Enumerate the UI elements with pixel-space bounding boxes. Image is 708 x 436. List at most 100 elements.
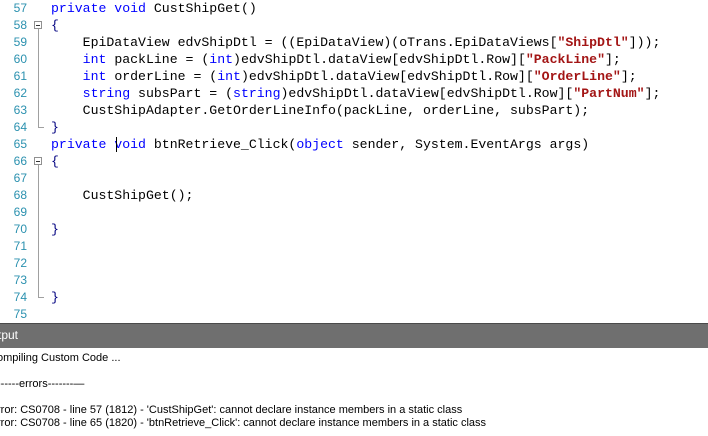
code-line[interactable]: 64} bbox=[0, 119, 708, 136]
output-panel-title: tput bbox=[0, 328, 19, 342]
code-line[interactable]: 75 bbox=[0, 306, 708, 323]
code-line[interactable]: 66 { bbox=[0, 153, 708, 170]
code-text[interactable]: string subsPart = (string)edvShipDtl.dat… bbox=[51, 85, 661, 102]
code-token: ]; bbox=[605, 52, 621, 67]
code-token: } bbox=[51, 222, 59, 237]
code-keyword: string bbox=[82, 86, 131, 101]
line-number: 59 bbox=[13, 35, 27, 49]
code-line[interactable]: 63 CustShipAdapter.GetOrderLineInfo(pack… bbox=[0, 102, 708, 119]
code-token: ]; bbox=[620, 69, 637, 84]
fold-guide bbox=[33, 34, 45, 51]
fold-guide bbox=[33, 204, 45, 221]
output-panel[interactable]: ompiling Custom Code ... ------errors----… bbox=[0, 348, 708, 436]
code-line[interactable]: 73 bbox=[0, 272, 708, 289]
line-number: 69 bbox=[13, 205, 27, 219]
output-line: ------errors-------— bbox=[0, 378, 85, 390]
code-line[interactable]: 70} bbox=[0, 221, 708, 238]
line-number: 71 bbox=[13, 239, 27, 253]
code-text[interactable]: { bbox=[51, 153, 59, 170]
code-token: )edvShipDtl.dataView[edvShipDtl.Row][ bbox=[233, 52, 526, 67]
code-string: "PartNum" bbox=[573, 86, 645, 101]
code-text[interactable]: int orderLine = (int)edvShipDtl.dataView… bbox=[51, 68, 637, 85]
line-number: 62 bbox=[13, 86, 27, 100]
code-text[interactable]: private void CustShipGet() bbox=[51, 0, 257, 17]
line-number: 68 bbox=[13, 188, 27, 202]
line-number: 58 bbox=[13, 18, 27, 32]
code-line[interactable]: 72 bbox=[0, 255, 708, 272]
code-keyword: int bbox=[217, 69, 241, 84]
code-line[interactable]: 61 int orderLine = (int)edvShipDtl.dataV… bbox=[0, 68, 708, 85]
code-line[interactable]: 65 private void btnRetrieve_Click(object … bbox=[0, 136, 708, 153]
code-line[interactable]: 74} bbox=[0, 289, 708, 306]
code-token: )edvShipDtl.dataView[edvShipDtl.Row][ bbox=[240, 69, 534, 84]
line-number: 63 bbox=[13, 103, 27, 117]
code-text[interactable]: } bbox=[51, 119, 59, 136]
code-text[interactable]: CustShipAdapter.GetOrderLineInfo(packLin… bbox=[51, 102, 590, 119]
code-token: orderLine = ( bbox=[106, 69, 218, 84]
code-token: EpiDataView edvShipDtl = ((EpiDataView)(… bbox=[51, 35, 558, 50]
code-token: subsPart = ( bbox=[130, 86, 234, 101]
fold-guide bbox=[33, 255, 45, 272]
line-number: 57 bbox=[13, 1, 27, 15]
collapse-toggle-icon[interactable] bbox=[33, 17, 45, 34]
output-line: rror: CS0708 - line 57 (1812) - 'CustShi… bbox=[0, 404, 463, 416]
code-keyword: string bbox=[233, 86, 281, 101]
output-line: rror: CS0708 - line 65 (1820) - 'btnRetr… bbox=[0, 417, 487, 429]
code-keyword: int bbox=[82, 69, 107, 84]
line-number: 64 bbox=[13, 120, 27, 134]
fold-guide bbox=[33, 85, 45, 102]
code-text[interactable]: CustShipGet(); bbox=[51, 187, 194, 204]
code-line[interactable]: 67 bbox=[0, 170, 708, 187]
code-editor[interactable]: 57 private void CustShipGet() 58 {59 EpiDat… bbox=[0, 0, 708, 323]
code-token: CustShipAdapter.GetOrderLineInfo(packLin… bbox=[51, 103, 590, 118]
code-keyword: int bbox=[82, 52, 107, 67]
code-keyword: object bbox=[296, 137, 344, 152]
collapse-toggle-icon[interactable] bbox=[33, 153, 45, 170]
code-string: "ShipDtl" bbox=[557, 35, 629, 50]
fold-guide bbox=[33, 102, 45, 119]
code-line[interactable]: 68 CustShipGet(); bbox=[0, 187, 708, 204]
line-number: 73 bbox=[13, 273, 27, 287]
code-token: sender, System.EventArgs args) bbox=[343, 137, 590, 152]
code-line[interactable]: 57 private void CustShipGet() bbox=[0, 0, 708, 17]
text-caret bbox=[116, 137, 117, 152]
fold-guide bbox=[33, 187, 45, 204]
code-text[interactable]: } bbox=[51, 221, 59, 238]
code-text[interactable]: } bbox=[51, 289, 59, 306]
code-token: CustShipGet(); bbox=[51, 188, 194, 203]
line-number: 72 bbox=[13, 256, 27, 270]
fold-guide bbox=[33, 170, 45, 187]
code-token: { bbox=[51, 18, 59, 33]
line-number: 70 bbox=[13, 222, 27, 236]
fold-guide bbox=[33, 51, 45, 68]
code-token: btnRetrieve_Click( bbox=[145, 137, 297, 152]
code-text[interactable]: private void btnRetrieve_Click(object se… bbox=[51, 136, 589, 153]
code-line[interactable]: 60 int packLine = (int)edvShipDtl.dataVi… bbox=[0, 51, 708, 68]
line-number: 74 bbox=[13, 290, 27, 304]
line-number: 60 bbox=[13, 52, 27, 66]
output-panel-header[interactable]: tput bbox=[0, 323, 708, 348]
code-line[interactable]: 71 bbox=[0, 238, 708, 255]
code-string: "OrderLine" bbox=[533, 69, 621, 84]
code-token: } bbox=[51, 290, 59, 305]
code-token: } bbox=[51, 120, 59, 135]
code-line[interactable]: 62 string subsPart = (string)edvShipDtl.… bbox=[0, 85, 708, 102]
code-line[interactable]: 58 { bbox=[0, 17, 708, 34]
code-line[interactable]: 69 bbox=[0, 204, 708, 221]
code-token: CustShipGet() bbox=[153, 1, 257, 16]
code-text[interactable]: int packLine = (int)edvShipDtl.dataView[… bbox=[51, 51, 621, 68]
fold-guide bbox=[33, 119, 45, 136]
code-text[interactable]: EpiDataView edvShipDtl = ((EpiDataView)(… bbox=[51, 34, 661, 51]
fold-guide bbox=[33, 238, 45, 255]
line-number: 61 bbox=[13, 69, 27, 83]
code-keyword: void bbox=[114, 137, 146, 152]
fold-guide bbox=[33, 289, 45, 306]
code-line[interactable]: 59 EpiDataView edvShipDtl = ((EpiDataVie… bbox=[0, 34, 708, 51]
code-token: )edvShipDtl.dataView[edvShipDtl.Row][ bbox=[280, 86, 574, 101]
code-token: ]; bbox=[644, 86, 661, 101]
code-text[interactable]: { bbox=[51, 17, 59, 34]
line-number: 75 bbox=[13, 307, 27, 321]
code-token: { bbox=[51, 154, 59, 169]
